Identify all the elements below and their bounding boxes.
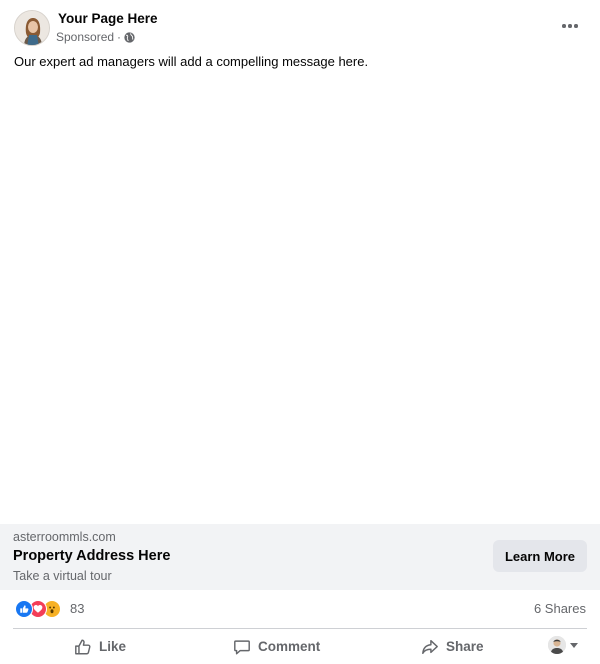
thumbs-up-icon — [75, 639, 91, 654]
reaction-count[interactable]: 83 — [70, 602, 84, 616]
profile-photo-icon — [15, 11, 49, 45]
share-button[interactable]: Share — [421, 629, 484, 664]
comment-label: Comment — [258, 639, 321, 654]
link-description: Take a virtual tour — [13, 569, 112, 583]
post-message: Our expert ad managers will add a compel… — [14, 54, 369, 69]
more-options-icon-dot — [562, 24, 566, 28]
comment-button[interactable]: Comment — [233, 629, 320, 664]
engagement-stats: 83 6 Shares — [0, 590, 600, 628]
page-name[interactable]: Your Page Here — [58, 11, 158, 27]
chevron-down-icon — [570, 642, 578, 648]
user-avatar-icon — [548, 636, 566, 654]
more-options-icon-dot — [574, 24, 578, 28]
post-media-area[interactable] — [0, 78, 600, 524]
learn-more-button[interactable]: Learn More — [493, 540, 587, 572]
reaction-audience-selector[interactable] — [548, 636, 578, 654]
more-options-icon-dot — [568, 24, 572, 28]
sponsored-row: Sponsored · — [56, 30, 135, 44]
share-label: Share — [446, 639, 484, 654]
reaction-icons[interactable] — [15, 600, 61, 618]
link-domain: asterroommls.com — [13, 530, 116, 544]
like-reaction-icon — [15, 600, 33, 618]
shares-count[interactable]: 6 Shares — [534, 602, 586, 616]
separator-dot: · — [117, 30, 122, 44]
sponsored-label[interactable]: Sponsored — [56, 30, 114, 44]
like-button[interactable]: Like — [74, 629, 126, 664]
comment-icon — [234, 639, 250, 654]
page-avatar[interactable] — [14, 10, 50, 46]
link-title[interactable]: Property Address Here — [13, 547, 170, 565]
share-arrow-icon — [422, 639, 438, 654]
link-preview-bar[interactable]: asterroommls.com Property Address Here T… — [0, 524, 600, 590]
ad-post: Your Page Here Sponsored · Our expert ad… — [0, 0, 600, 664]
action-bar: Like Comment Share — [0, 629, 600, 664]
more-options-button[interactable] — [556, 15, 584, 37]
like-label: Like — [99, 639, 127, 654]
globe-icon[interactable] — [124, 31, 135, 43]
post-header: Your Page Here Sponsored · — [0, 0, 600, 50]
